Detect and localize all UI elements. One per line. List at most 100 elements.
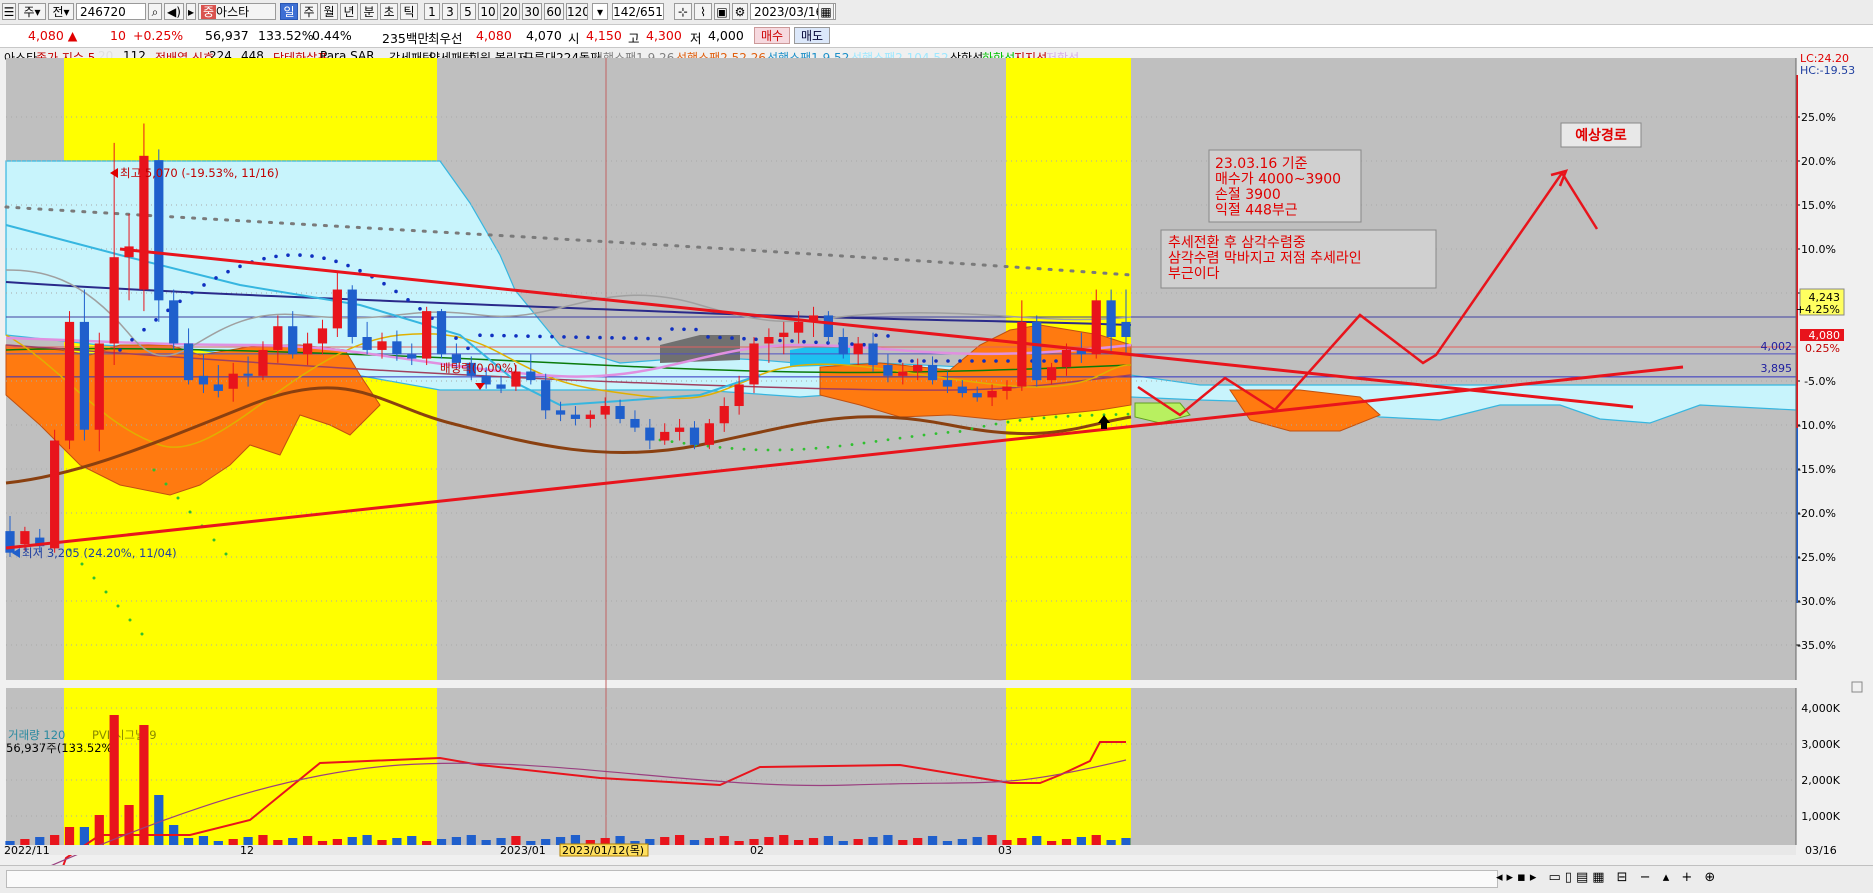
volume-bar-26 — [392, 838, 402, 845]
sar-low2-dot-14 — [826, 445, 830, 449]
volume-bar-54 — [808, 838, 819, 845]
candle-body-53 — [794, 321, 804, 333]
current-price: 4,080 ▲ — [28, 28, 78, 43]
volume: 56,937 — [205, 28, 249, 43]
sar-low2-dot-18 — [874, 440, 878, 443]
sar-low2-dot-22 — [922, 433, 926, 437]
period-tab-2[interactable]: 월 — [320, 3, 338, 20]
sar-dot-71 — [970, 359, 974, 363]
candle-body-71 — [1061, 349, 1072, 368]
sar-dot-70 — [958, 359, 962, 363]
best-ask: 4,080 — [476, 28, 512, 43]
horizontal-scrollbar[interactable] — [6, 870, 1498, 888]
navigation-controls[interactable]: ◂▸▪▸ ▭▯▤▦ ⊟ − ▴ + ⊕ — [1496, 870, 1866, 886]
interval-tab-120[interactable]: 120 — [566, 3, 588, 20]
save-icon[interactable]: ▣ — [714, 3, 730, 20]
volume-bar-65 — [972, 837, 982, 845]
menu-icon[interactable]: ☰ — [2, 3, 16, 20]
period-tab-0[interactable]: 일 — [280, 3, 298, 20]
volume-bar-49 — [734, 841, 744, 845]
candle-body-18 — [273, 326, 283, 350]
sar-low2-dot-31 — [1030, 417, 1034, 421]
interval-tab-1[interactable]: 1 — [424, 3, 440, 20]
period-tab-1[interactable]: 주 — [300, 3, 318, 20]
sar-dot-41 — [610, 336, 614, 340]
status-bar: ◂▸▪▸ ▭▯▤▦ ⊟ − ▴ + ⊕ — [0, 865, 1873, 893]
x-label-0: 2022/11 — [4, 844, 50, 857]
volume-bar-7 — [109, 715, 119, 845]
sar-low2-dot-16 — [850, 443, 854, 446]
sar-dot-63 — [874, 333, 878, 338]
price-chart[interactable]: 25.0%20.0%15.0%10.0%5.0%-5.0%-10.0%-15.0… — [0, 45, 1873, 865]
volume-bar-45 — [674, 835, 685, 845]
sar-dot-77 — [1042, 359, 1046, 363]
volume-bar-57 — [853, 839, 863, 845]
sar-dot-58 — [814, 340, 818, 345]
sar-dot-30 — [478, 333, 482, 338]
open-price: 4,150 — [586, 28, 622, 43]
candle-body-6 — [94, 343, 104, 430]
interval-tab-10[interactable]: 10 — [478, 3, 498, 20]
candle-body-50 — [749, 343, 759, 385]
volume-bar-28 — [422, 841, 432, 845]
sar-low2-dot-38 — [1114, 413, 1118, 416]
period-tab-3[interactable]: 년 — [340, 3, 358, 20]
sar-dot-15 — [298, 253, 302, 257]
volume-bar-18 — [273, 840, 283, 845]
sar-low2-dot-11 — [790, 448, 794, 452]
x-label-5: 03 — [998, 844, 1012, 857]
sar-dot-46 — [670, 327, 674, 331]
volume-bar-71 — [1061, 839, 1072, 845]
interval-tab-20[interactable]: 20 — [500, 3, 520, 20]
interval-tab-3[interactable]: 3 — [442, 3, 458, 20]
calendar-icon[interactable]: ▦ — [818, 3, 834, 20]
candle-body-59 — [883, 365, 893, 376]
sar-low2-dot-30 — [1018, 419, 1022, 422]
interval-tab-30[interactable]: 30 — [522, 3, 542, 20]
candle-body-44 — [660, 431, 670, 441]
interval-dropdown[interactable]: ▾ — [592, 3, 608, 20]
chart-type-icon[interactable]: ⌇ — [694, 3, 712, 20]
interval-tab-5[interactable]: 5 — [460, 3, 476, 20]
candle-body-5 — [79, 321, 90, 430]
x-label-2: 2023/01 — [500, 844, 546, 857]
candle-body-26 — [392, 341, 402, 355]
period-tab-4[interactable]: 분 — [360, 3, 378, 20]
sar-dot-68 — [934, 359, 938, 363]
stock-code-input[interactable]: 246720 — [76, 3, 146, 20]
last-price-box-pct: 0.25% — [1805, 342, 1840, 355]
sar-dot-51 — [730, 336, 734, 340]
volume-bar-20 — [302, 836, 313, 845]
bar-count: 142/651 — [612, 3, 664, 20]
volume-bar-47 — [704, 838, 714, 845]
period-select[interactable]: 주▾ — [18, 3, 46, 20]
stock-name-field[interactable]: 중 아스타 — [198, 3, 276, 20]
sar-dot-34 — [526, 334, 530, 338]
period-tab-6[interactable]: 틱 — [400, 3, 418, 20]
sar-dot-6 — [190, 290, 194, 295]
sar-low-dot-2 — [92, 576, 96, 580]
candle-body-14 — [213, 384, 223, 391]
sar-dot-66 — [910, 359, 914, 363]
interval-tab-60[interactable]: 60 — [544, 3, 564, 20]
candle-body-55 — [823, 315, 834, 337]
crosshair-icon[interactable]: ⊹ — [674, 3, 692, 20]
candle-body-58 — [868, 343, 878, 366]
volume-bar-13 — [198, 836, 209, 845]
pane-divider-handle[interactable] — [1851, 681, 1863, 693]
price-change-pct: +0.25% — [133, 28, 184, 43]
buy-button[interactable]: 매수 — [754, 27, 790, 44]
volume-bar-60 — [898, 840, 908, 845]
sell-button[interactable]: 매도 — [794, 27, 830, 44]
gear-icon[interactable]: ⚙ — [732, 3, 748, 20]
sar-dot-56 — [790, 339, 794, 343]
speaker-icon[interactable]: ◀) — [164, 3, 184, 20]
period-tab-5[interactable]: 초 — [380, 3, 398, 20]
market-select[interactable]: 전▾ — [48, 3, 74, 20]
candle-body-61 — [913, 365, 923, 372]
search-icon[interactable]: ⌕ — [148, 3, 162, 20]
volume-bar-29 — [436, 839, 447, 845]
high-price: 4,300 — [646, 28, 682, 43]
candle-body-0 — [5, 531, 15, 553]
arrow-small-icon[interactable]: ▸ — [186, 3, 196, 20]
